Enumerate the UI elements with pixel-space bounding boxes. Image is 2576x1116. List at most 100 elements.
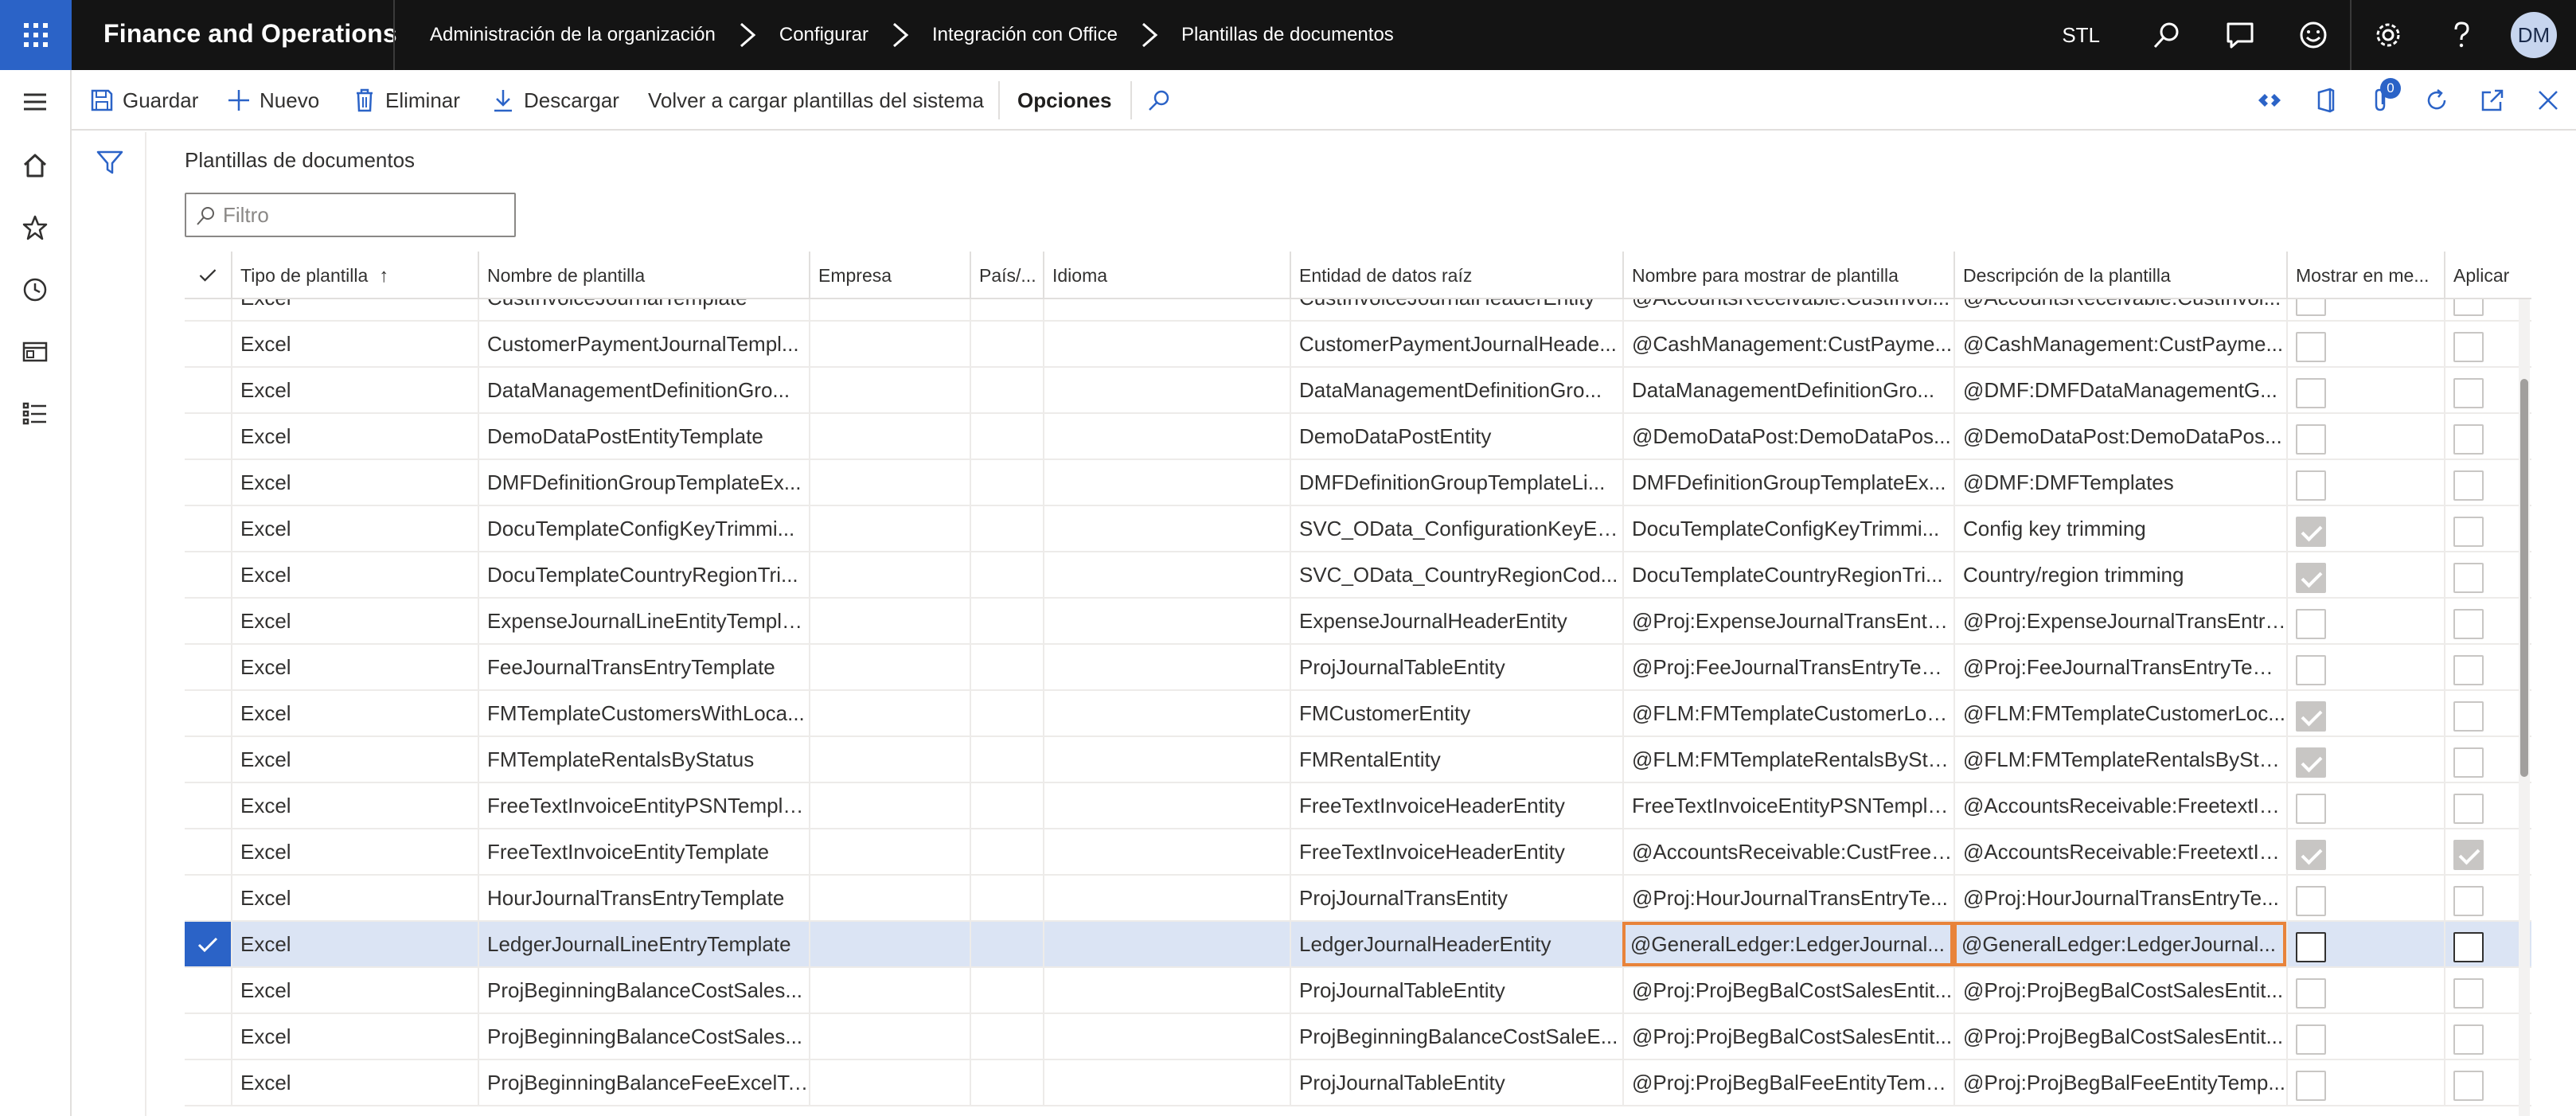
- cell-root-entity[interactable]: ProjJournalTableEntity: [1290, 645, 1622, 689]
- cell-language[interactable]: [1043, 645, 1290, 689]
- download-button[interactable]: Descargar: [490, 70, 619, 131]
- cell-template-name[interactable]: ProjBeginningBalanceCostSales...: [478, 968, 809, 1013]
- cell-template-type[interactable]: Excel: [231, 1060, 478, 1105]
- cell-template-name[interactable]: DocuTemplateCountryRegionTri...: [478, 552, 809, 597]
- show-in-menu-checkbox[interactable]: [2296, 378, 2326, 408]
- cell-display-name[interactable]: FreeTextInvoiceEntityPSNTempla...: [1622, 783, 1953, 828]
- column-header-root-entity[interactable]: Entidad de datos raíz: [1290, 252, 1622, 299]
- table-row[interactable]: Excel FMTemplateRentalsByStatus FMRentalEn…: [185, 737, 2531, 783]
- filter-input[interactable]: [223, 199, 509, 231]
- cell-display-name[interactable]: @Proj:ProjBegBalCostSalesEntit...: [1622, 1014, 1953, 1059]
- apply-checkbox[interactable]: [2453, 470, 2484, 501]
- row-select-cell[interactable]: [185, 783, 231, 828]
- apply-checkbox[interactable]: [2453, 978, 2484, 1009]
- new-button[interactable]: Nuevo: [226, 70, 319, 131]
- table-row[interactable]: Excel FMTemplateCustomersWithLoca... FMCus…: [185, 691, 2531, 737]
- show-in-menu-checkbox[interactable]: [2296, 332, 2326, 362]
- modules-button[interactable]: [0, 382, 70, 446]
- cell-description[interactable]: @Proj:ProjBegBalCostSalesEntit...: [1953, 968, 2286, 1013]
- cell-display-name[interactable]: @FLM:FMTemplateRentalsBySta...: [1622, 737, 1953, 782]
- cell-language[interactable]: [1043, 1014, 1290, 1059]
- cell-description[interactable]: @Proj:FeeJournalTransEntryTem...: [1953, 645, 2286, 689]
- cell-country[interactable]: [970, 368, 1043, 412]
- cell-template-name[interactable]: DMFDefinitionGroupTemplateEx...: [478, 460, 809, 505]
- cell-display-name[interactable]: @FLM:FMTemplateCustomerLoc...: [1622, 691, 1953, 736]
- workspaces-button[interactable]: [0, 320, 70, 384]
- cell-root-entity[interactable]: ProjJournalTableEntity: [1290, 968, 1622, 1013]
- breadcrumb-item-document-templates[interactable]: Plantillas de documentos: [1181, 24, 1394, 46]
- cell-template-name[interactable]: CustomerPaymentJournalTempl...: [478, 322, 809, 366]
- cell-root-entity[interactable]: FreeTextInvoiceHeaderEntity: [1290, 829, 1622, 874]
- cell-root-entity[interactable]: FMCustomerEntity: [1290, 691, 1622, 736]
- apply-checkbox[interactable]: [2453, 1071, 2484, 1101]
- close-button[interactable]: [2520, 70, 2576, 131]
- cell-template-type[interactable]: Excel: [231, 783, 478, 828]
- recent-button[interactable]: [0, 258, 70, 322]
- show-in-menu-checkbox[interactable]: [2296, 424, 2326, 455]
- column-header-company[interactable]: Empresa: [809, 252, 970, 299]
- apply-checkbox[interactable]: [2453, 701, 2484, 732]
- cell-template-name[interactable]: ProjBeginningBalanceFeeExcelTe...: [478, 1060, 809, 1105]
- show-in-menu-checkbox[interactable]: [2296, 932, 2326, 962]
- cell-company[interactable]: [809, 737, 970, 782]
- cell-template-name[interactable]: ExpenseJournalLineEntityTempla...: [478, 599, 809, 643]
- favorites-button[interactable]: [0, 196, 70, 259]
- apply-checkbox[interactable]: [2453, 424, 2484, 455]
- cell-company[interactable]: [809, 460, 970, 505]
- apply-checkbox[interactable]: [2453, 886, 2484, 916]
- cell-country[interactable]: [970, 876, 1043, 920]
- cell-root-entity[interactable]: DMFDefinitionGroupTemplateLi...: [1290, 460, 1622, 505]
- cell-display-name[interactable]: DocuTemplateConfigKeyTrimmi...: [1622, 506, 1953, 551]
- breadcrumb-item-setup[interactable]: Configurar: [779, 24, 868, 46]
- apply-checkbox[interactable]: [2453, 332, 2484, 362]
- cell-language[interactable]: [1043, 783, 1290, 828]
- column-header-display-name[interactable]: Nombre para mostrar de plantilla: [1622, 252, 1953, 299]
- column-header-show-in-menu[interactable]: Mostrar en me...: [2286, 252, 2444, 299]
- table-row[interactable]: Excel DemoDataPostEntityTemplate DemoDataP…: [185, 414, 2531, 460]
- cell-template-name[interactable]: FMTemplateRentalsByStatus: [478, 737, 809, 782]
- cell-root-entity[interactable]: LedgerJournalHeaderEntity: [1290, 922, 1622, 966]
- row-select-cell[interactable]: [185, 552, 231, 597]
- table-row[interactable]: Excel ExpenseJournalLineEntityTempla... Ex…: [185, 599, 2531, 645]
- table-row[interactable]: Excel DataManagementDefinitionGro... DataM…: [185, 368, 2531, 414]
- cell-description[interactable]: @AccountsReceivable:FreetextIn...: [1953, 829, 2286, 874]
- cell-company[interactable]: [809, 968, 970, 1013]
- row-select-cell[interactable]: [185, 829, 231, 874]
- cell-template-name[interactable]: LedgerJournalLineEntryTemplate: [478, 922, 809, 966]
- cell-display-name[interactable]: DataManagementDefinitionGro...: [1622, 368, 1953, 412]
- row-select-cell[interactable]: [185, 968, 231, 1013]
- show-in-menu-checkbox[interactable]: [2296, 747, 2326, 778]
- filter-pane-toggle[interactable]: [73, 132, 146, 1116]
- show-in-menu-checkbox[interactable]: [2296, 517, 2326, 547]
- action-search-button[interactable]: [1146, 70, 1180, 131]
- cell-company[interactable]: [809, 645, 970, 689]
- cell-language[interactable]: [1043, 460, 1290, 505]
- column-header-template-name[interactable]: Nombre de plantilla: [478, 252, 809, 299]
- menu-button[interactable]: [0, 70, 70, 134]
- cell-description[interactable]: Config key trimming: [1953, 506, 2286, 551]
- apply-checkbox[interactable]: [2453, 1024, 2484, 1055]
- cell-template-type[interactable]: Excel: [231, 829, 478, 874]
- cell-template-type[interactable]: Excel: [231, 506, 478, 551]
- cell-template-type[interactable]: Excel: [231, 645, 478, 689]
- row-select-cell[interactable]: [185, 460, 231, 505]
- cell-company[interactable]: [809, 922, 970, 966]
- app-title[interactable]: Finance and Operations: [103, 0, 397, 70]
- table-row[interactable]: Excel FreeTextInvoiceEntityTemplate FreeTe…: [185, 829, 2531, 876]
- breadcrumb-item-org-admin[interactable]: Administración de la organización: [430, 24, 716, 46]
- cell-template-name[interactable]: HourJournalTransEntryTemplate: [478, 876, 809, 920]
- cell-template-type[interactable]: Excel: [231, 460, 478, 505]
- cell-language[interactable]: [1043, 552, 1290, 597]
- cell-description[interactable]: @FLM:FMTemplateRentalsBySta...: [1953, 737, 2286, 782]
- table-row[interactable]: Excel DocuTemplateConfigKeyTrimmi... SVC_O…: [185, 506, 2531, 552]
- cell-display-name[interactable]: @CashManagement:CustPayme...: [1622, 322, 1953, 366]
- app-launcher-button[interactable]: [0, 0, 72, 70]
- cell-template-name[interactable]: FreeTextInvoiceEntityPSNTempla...: [478, 783, 809, 828]
- select-all-checkbox[interactable]: [185, 252, 231, 299]
- cell-country[interactable]: [970, 737, 1043, 782]
- cell-display-name[interactable]: @Proj:ProjBegBalFeeEntityTemp...: [1622, 1060, 1953, 1105]
- cell-country[interactable]: [970, 922, 1043, 966]
- cell-root-entity[interactable]: DemoDataPostEntity: [1290, 414, 1622, 458]
- cell-description[interactable]: @FLM:FMTemplateCustomerLoc...: [1953, 691, 2286, 736]
- cell-root-entity[interactable]: SVC_OData_CountryRegionCod...: [1290, 552, 1622, 597]
